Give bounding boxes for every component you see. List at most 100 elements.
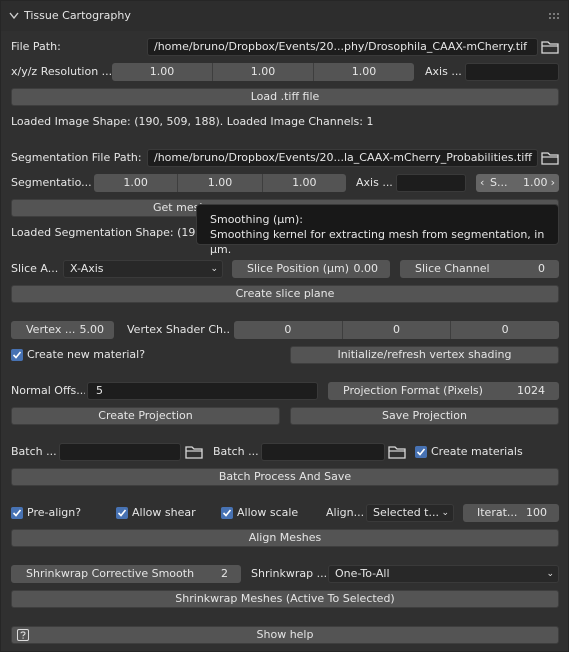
seg-resolution-y-field[interactable]: 1.00 [177, 174, 261, 192]
resolution-x-field[interactable]: 1.00 [112, 63, 212, 81]
shrinkwrap-mode-value: One-To-All [335, 567, 390, 580]
vertex-shader-label: Vertex Shader Ch... [127, 323, 231, 336]
smoothing-value: 1.00 [523, 176, 548, 189]
resolution-y-field[interactable]: 1.00 [212, 63, 313, 81]
slice-axis-dropdown[interactable]: X-Axis ⌄ [63, 260, 223, 278]
smoothing-label: S... [490, 176, 508, 189]
segmentation-axis-label: Axis ... [356, 176, 393, 189]
batch-input-field[interactable] [59, 443, 181, 461]
chevron-down-icon: ⌄ [210, 264, 218, 274]
align-mode-value: Selected t... [373, 506, 439, 519]
folder-icon[interactable] [388, 444, 406, 460]
projection-format-label: Projection Format (Pixels) [343, 384, 483, 397]
init-vertex-shading-button[interactable]: Initialize/refresh vertex shading [290, 346, 559, 364]
show-help-button[interactable]: Show help [11, 626, 559, 644]
batch-input-label: Batch ... [11, 445, 57, 458]
save-projection-button[interactable]: Save Projection [290, 407, 559, 425]
prealign-checkbox[interactable] [11, 507, 23, 519]
allow-scale-checkbox[interactable] [221, 507, 233, 519]
slice-position-field[interactable]: Slice Position (µm) 0.00 [232, 260, 390, 278]
create-material-label: Create new material? [27, 348, 146, 361]
vertex-size-value: 5.00 [79, 323, 105, 336]
shrinkwrap-smooth-label: Shrinkwrap Corrective Smooth [26, 567, 195, 580]
show-help-label: Show help [256, 628, 314, 641]
shrinkwrap-mode-dropdown[interactable]: One-To-All ⌄ [328, 565, 559, 583]
loaded-image-info: Loaded Image Shape: (190, 509, 188). Loa… [11, 115, 374, 128]
resolution-fields: 1.00 1.00 1.00 [112, 63, 414, 81]
iterations-value: 100 [526, 506, 547, 519]
slice-axis-label: Slice A... [11, 262, 59, 275]
panel-title: Tissue Cartography [24, 9, 131, 22]
checkbox-check-icon [117, 509, 127, 517]
slice-channel-value: 0 [538, 262, 545, 275]
file-path-label: File Path: [11, 40, 61, 53]
load-tiff-button[interactable]: Load .tiff file [11, 88, 559, 106]
align-meshes-button[interactable]: Align Meshes [11, 529, 559, 547]
checkbox-check-icon [222, 509, 232, 517]
create-slice-plane-button[interactable]: Create slice plane [11, 285, 559, 303]
iterations-field[interactable]: Iterat... 100 [463, 504, 559, 522]
projection-format-field[interactable]: Projection Format (Pixels) 1024 [328, 382, 559, 400]
chevron-down-icon: ⌄ [441, 508, 449, 518]
axis-input[interactable] [465, 63, 559, 81]
axis-label: Axis ... [425, 65, 462, 78]
smoothing-tooltip: Smoothing (µm): Smoothing kernel for ext… [196, 204, 559, 256]
allow-scale-label: Allow scale [237, 506, 299, 519]
batch-output-label: Batch ... [213, 445, 259, 458]
folder-icon[interactable] [541, 150, 559, 166]
normal-offset-label: Normal Offs... [11, 384, 85, 397]
segmentation-axis-input[interactable] [396, 174, 466, 192]
allow-shear-checkbox[interactable] [116, 507, 128, 519]
create-projection-button[interactable]: Create Projection [11, 407, 280, 425]
slice-axis-value: X-Axis [70, 262, 104, 275]
batch-process-button[interactable]: Batch Process And Save [11, 468, 559, 486]
tooltip-description: Smoothing kernel for extracting mesh fro… [210, 228, 545, 256]
normal-offset-input[interactable]: 5 [87, 382, 318, 400]
create-materials-label: Create materials [431, 445, 523, 458]
slice-position-value: 0.00 [353, 262, 379, 275]
tissue-cartography-panel: Tissue Cartography File Path: /home/brun… [0, 0, 569, 652]
slice-channel-field[interactable]: Slice Channel 0 [400, 260, 559, 278]
checkbox-check-icon [416, 448, 426, 456]
chevron-down-icon: ⌄ [546, 569, 554, 579]
shrinkwrap-smooth-field[interactable]: Shrinkwrap Corrective Smooth 2 [11, 565, 241, 583]
seg-resolution-z-field[interactable]: 1.00 [261, 174, 346, 192]
slice-position-label: Slice Position (µm) [247, 262, 350, 275]
folder-icon[interactable] [541, 39, 559, 55]
create-materials-checkbox[interactable] [415, 446, 427, 458]
batch-output-field[interactable] [261, 443, 385, 461]
slice-channel-label: Slice Channel [415, 262, 490, 275]
vertex-size-label: Vertex ... [26, 323, 76, 336]
help-icon [17, 629, 29, 641]
checkbox-check-icon [12, 351, 22, 359]
vertex-shader-x-field[interactable]: 0 [234, 321, 342, 339]
iterations-label: Iterat... [477, 506, 518, 519]
loaded-segmentation-info: Loaded Segmentation Shape: (190, [11, 226, 196, 239]
smoothing-field[interactable]: ‹ S... 1.00 › [476, 174, 559, 192]
seg-resolution-x-field[interactable]: 1.00 [94, 174, 177, 192]
vertex-size-field[interactable]: Vertex ... 5.00 [11, 321, 114, 339]
shrinkwrap-meshes-button[interactable]: Shrinkwrap Meshes (Active To Selected) [11, 590, 559, 608]
panel-header[interactable]: Tissue Cartography [1, 1, 568, 31]
align-mode-dropdown[interactable]: Selected t... ⌄ [366, 504, 454, 522]
file-path-input[interactable]: /home/bruno/Dropbox/Events/20...phy/Dros… [147, 38, 538, 56]
arrow-right-icon[interactable]: › [551, 174, 555, 192]
projection-format-value: 1024 [517, 384, 545, 397]
align-mode-label: Align... [326, 506, 365, 519]
resolution-z-field[interactable]: 1.00 [313, 63, 414, 81]
drag-grip-icon[interactable] [549, 13, 561, 19]
allow-shear-label: Allow shear [132, 506, 196, 519]
create-material-checkbox[interactable] [11, 349, 23, 361]
arrow-left-icon[interactable]: ‹ [480, 174, 484, 192]
prealign-label: Pre-align? [27, 506, 82, 519]
folder-icon[interactable] [185, 444, 203, 460]
vertex-shader-y-field[interactable]: 0 [341, 321, 451, 339]
vertex-shader-z-field[interactable]: 0 [450, 321, 559, 339]
tooltip-title: Smoothing (µm): [210, 213, 303, 226]
segmentation-path-input[interactable]: /home/bruno/Dropbox/Events/20...la_CAAX-… [147, 149, 538, 167]
resolution-label: x/y/z Resolution ... [11, 65, 111, 78]
checkbox-check-icon [12, 509, 22, 517]
shrinkwrap-mode-label: Shrinkwrap ... [251, 567, 328, 580]
segmentation-resolution-fields: 1.00 1.00 1.00 [94, 174, 346, 192]
chevron-down-icon[interactable] [9, 12, 19, 20]
